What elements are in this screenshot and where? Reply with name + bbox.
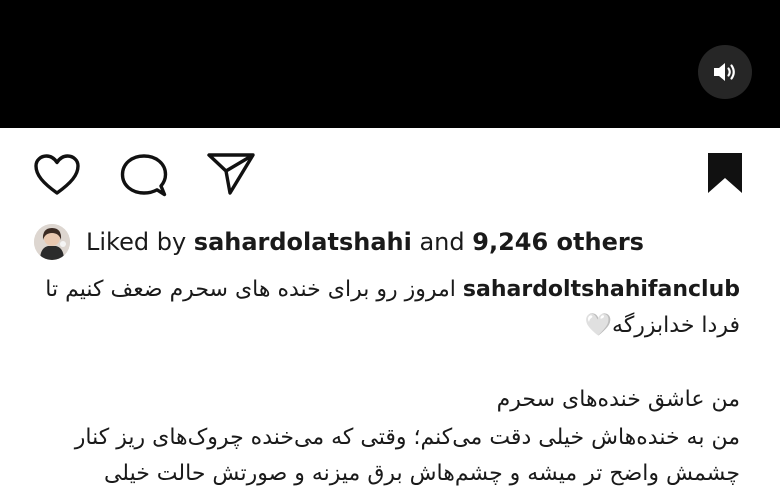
caption-text-2: فردا خدابزرگه🤍 bbox=[584, 313, 740, 338]
likes-text: Liked by sahardolatshahi and 9,246 other… bbox=[86, 228, 644, 256]
bookmark-icon[interactable] bbox=[706, 151, 744, 195]
caption-line-4: من به خنده‌هاش خیلی دقت می‌کنم؛ وقتی که … bbox=[28, 420, 740, 456]
liked-by-username[interactable]: sahardolatshahi bbox=[194, 228, 412, 256]
send-icon[interactable] bbox=[206, 152, 256, 196]
likes-prefix: Liked by bbox=[86, 228, 194, 256]
likes-count[interactable]: 9,246 others bbox=[472, 228, 644, 256]
caption-line-2: فردا خدابزرگه🤍 bbox=[28, 308, 740, 344]
caption-text-3: من عاشق خنده‌های سحرم bbox=[496, 387, 740, 412]
caption-line-1: sahardoltshahifanclub امروز رو برای خنده… bbox=[28, 272, 740, 308]
likes-and: and bbox=[411, 228, 473, 256]
avatar-image bbox=[34, 224, 70, 260]
likes-summary[interactable]: Liked by sahardolatshahi and 9,246 other… bbox=[34, 222, 644, 262]
post-actions-bar bbox=[0, 128, 780, 218]
caption-username[interactable]: sahardoltshahifanclub bbox=[463, 277, 740, 302]
avatar[interactable] bbox=[34, 224, 70, 260]
comment-icon[interactable] bbox=[120, 153, 168, 199]
caption-line-3: من عاشق خنده‌های سحرم bbox=[28, 382, 740, 418]
speaker-icon bbox=[714, 63, 735, 81]
caption-text-4: من به خنده‌هاش خیلی دقت می‌کنم؛ وقتی که … bbox=[74, 425, 740, 450]
mute-button[interactable] bbox=[698, 45, 752, 99]
caption-text-1: امروز رو برای خنده های سحرم ضعف کنیم تا bbox=[45, 277, 456, 302]
heart-icon[interactable] bbox=[33, 153, 81, 197]
caption-text-5: چشمش واضح تر میشه و چشم‌هاش برق میزنه و … bbox=[103, 461, 740, 486]
video-player[interactable] bbox=[0, 0, 780, 128]
caption-line-5: چشمش واضح تر میشه و چشم‌هاش برق میزنه و … bbox=[28, 456, 740, 492]
